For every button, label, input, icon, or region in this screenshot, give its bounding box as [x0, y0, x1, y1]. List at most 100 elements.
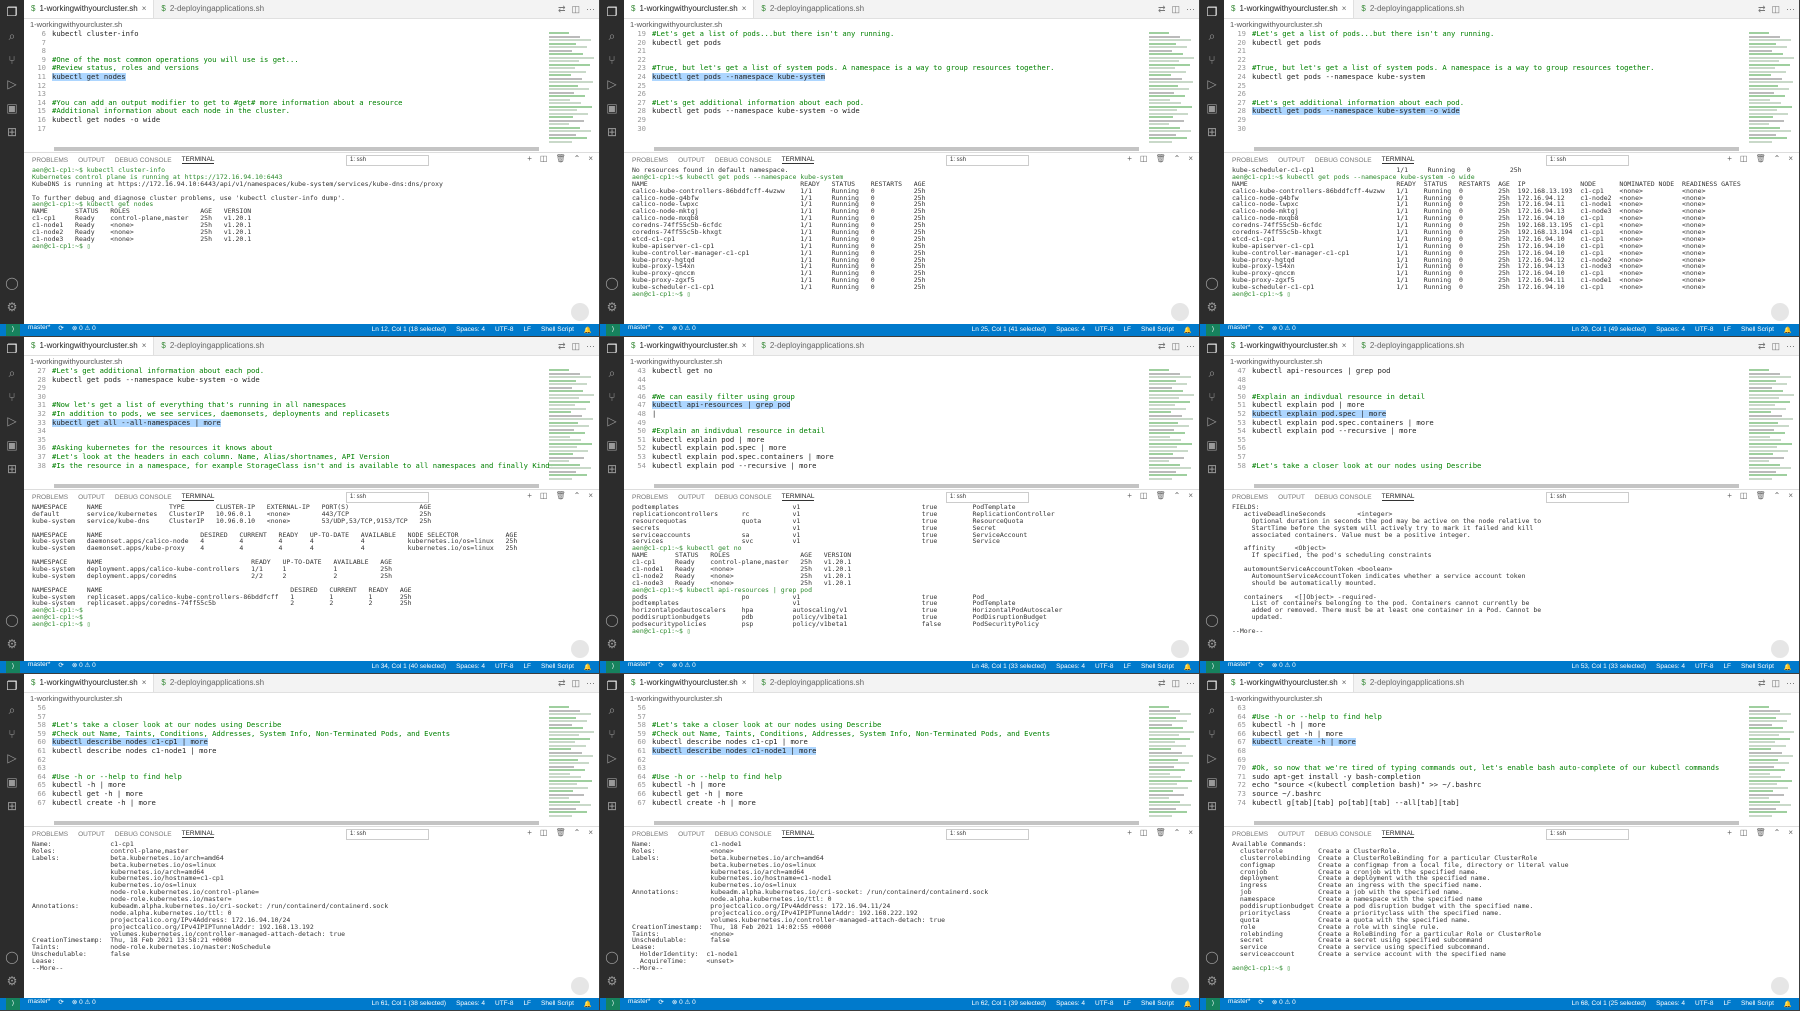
split-terminal-icon[interactable]: ◫ [540, 154, 548, 163]
remote-icon[interactable]: ⟩ [1206, 661, 1220, 673]
panel-tab-problems[interactable]: PROBLEMS [1232, 831, 1268, 838]
minimap[interactable] [1749, 32, 1795, 144]
breadcrumb[interactable]: 1-workingwithyourcluster.sh [1224, 693, 1799, 704]
kill-terminal-icon[interactable]: 🗑 [1155, 491, 1165, 500]
code-editor[interactable]: 19 #Let's get a list of pods...but there … [624, 30, 1199, 152]
breadcrumb[interactable]: 1-workingwithyourcluster.sh [24, 19, 599, 30]
breadcrumb[interactable]: 1-workingwithyourcluster.sh [624, 693, 1199, 704]
panel-tab-terminal[interactable]: TERMINAL [1381, 156, 1415, 164]
close-panel-icon[interactable]: × [1188, 154, 1193, 163]
split-editor-icon[interactable]: ◫ [1771, 678, 1780, 689]
code-editor[interactable]: 6 kubectl cluster-info 7 8 9 #One of the most… [24, 30, 599, 152]
extensions-icon[interactable]: ⊞ [600, 457, 624, 481]
notifications-icon[interactable]: 🔔 [584, 326, 592, 334]
close-panel-icon[interactable]: × [588, 154, 593, 163]
panel-tab-terminal[interactable]: TERMINAL [781, 156, 815, 164]
remote-icon[interactable]: ⟩ [1206, 998, 1220, 1010]
status-eol[interactable]: LF [1723, 663, 1731, 671]
source-control-icon[interactable]: ⑂ [600, 48, 624, 72]
kill-terminal-icon[interactable]: 🗑 [555, 828, 565, 837]
status-encoding[interactable]: UTF-8 [1695, 663, 1713, 671]
open-changes-icon[interactable]: ⇄ [1758, 678, 1766, 689]
horizontal-scrollbar[interactable] [1254, 821, 1739, 825]
cursor-position[interactable]: Ln 53, Col 1 (33 selected) [1572, 663, 1646, 671]
notifications-icon[interactable]: 🔔 [1784, 1000, 1792, 1008]
problems-indicator[interactable]: ⊗ 0 ⚠ 0 [672, 661, 696, 673]
manage-gear-icon[interactable]: ⚙ [0, 295, 24, 319]
status-encoding[interactable]: UTF-8 [495, 663, 513, 671]
split-terminal-icon[interactable]: ◫ [1740, 828, 1748, 837]
source-control-icon[interactable]: ⑂ [600, 385, 624, 409]
panel-tab-problems[interactable]: PROBLEMS [1232, 157, 1268, 164]
files-icon[interactable]: ❐ [0, 674, 24, 698]
problems-indicator[interactable]: ⊗ 0 ⚠ 0 [1272, 998, 1296, 1010]
maximize-panel-icon[interactable]: ⌃ [1774, 154, 1781, 163]
remote-explorer-icon[interactable]: ▣ [0, 96, 24, 120]
split-editor-icon[interactable]: ◫ [1171, 678, 1180, 689]
panel-tab-output[interactable]: OUTPUT [1278, 494, 1305, 501]
remote-explorer-icon[interactable]: ▣ [0, 770, 24, 794]
close-icon[interactable]: × [1342, 337, 1347, 355]
minimap[interactable] [1149, 32, 1195, 144]
panel-tab-output[interactable]: OUTPUT [1278, 157, 1305, 164]
remote-explorer-icon[interactable]: ▣ [0, 433, 24, 457]
close-icon[interactable]: × [742, 674, 747, 692]
remote-icon[interactable]: ⟩ [6, 998, 20, 1010]
close-icon[interactable]: × [742, 0, 747, 18]
branch-indicator[interactable]: master* [1228, 998, 1250, 1010]
horizontal-scrollbar[interactable] [54, 147, 539, 151]
files-icon[interactable]: ❐ [0, 337, 24, 361]
more-actions-icon[interactable]: ⋯ [586, 341, 595, 352]
kill-terminal-icon[interactable]: 🗑 [555, 154, 565, 163]
split-editor-icon[interactable]: ◫ [1171, 4, 1180, 15]
more-actions-icon[interactable]: ⋯ [1186, 341, 1195, 352]
split-editor-icon[interactable]: ◫ [571, 341, 580, 352]
close-icon[interactable]: × [1342, 674, 1347, 692]
status-language[interactable]: Shell Script [1741, 663, 1774, 671]
status-eol[interactable]: LF [523, 663, 531, 671]
terminal-output[interactable]: aen@c1-cp1:~$ kubectl cluster-info Kubern… [24, 167, 599, 325]
split-editor-icon[interactable]: ◫ [571, 4, 580, 15]
problems-indicator[interactable]: ⊗ 0 ⚠ 0 [72, 998, 96, 1010]
status-language[interactable]: Shell Script [1141, 663, 1174, 671]
feedback-icon[interactable] [571, 977, 589, 995]
panel-tab-terminal[interactable]: TERMINAL [781, 493, 815, 501]
cursor-position[interactable]: Ln 68, Col 1 (25 selected) [1572, 1000, 1646, 1008]
search-icon[interactable]: ⌕ [600, 361, 624, 385]
panel-tab-terminal[interactable]: TERMINAL [181, 156, 215, 164]
minimap[interactable] [549, 369, 595, 481]
status-eol[interactable]: LF [523, 326, 531, 334]
files-icon[interactable]: ❐ [600, 337, 624, 361]
problems-indicator[interactable]: ⊗ 0 ⚠ 0 [1272, 661, 1296, 673]
feedback-icon[interactable] [1771, 303, 1789, 321]
terminal-select[interactable]: 1: ssh [1546, 492, 1629, 503]
account-icon[interactable]: ◯ [600, 271, 624, 295]
status-eol[interactable]: LF [1123, 663, 1131, 671]
feedback-icon[interactable] [571, 640, 589, 658]
terminal-output[interactable]: kube-scheduler-c1-cp1 1/1 Running 0 25h a… [1224, 167, 1799, 325]
code-editor[interactable]: 63 64 #Use -h or --help to find help 65 kube… [1224, 704, 1799, 826]
terminal-select[interactable]: 1: ssh [1546, 155, 1629, 166]
horizontal-scrollbar[interactable] [1254, 147, 1739, 151]
panel-tab-problems[interactable]: PROBLEMS [632, 157, 668, 164]
remote-explorer-icon[interactable]: ▣ [1200, 770, 1224, 794]
minimap[interactable] [1749, 369, 1795, 481]
split-editor-icon[interactable]: ◫ [1771, 4, 1780, 15]
status-language[interactable]: Shell Script [1741, 326, 1774, 334]
status-encoding[interactable]: UTF-8 [495, 326, 513, 334]
terminal-select[interactable]: 1: ssh [1546, 829, 1629, 840]
status-encoding[interactable]: UTF-8 [1095, 1000, 1113, 1008]
cursor-position[interactable]: Ln 25, Col 1 (41 selected) [972, 326, 1046, 334]
tab-1-workingwithyourcluster[interactable]: $1-workingwithyourcluster.sh × [24, 674, 155, 692]
status-encoding[interactable]: UTF-8 [495, 1000, 513, 1008]
status-encoding[interactable]: UTF-8 [1695, 1000, 1713, 1008]
notifications-icon[interactable]: 🔔 [584, 663, 592, 671]
account-icon[interactable]: ◯ [1200, 271, 1224, 295]
tab-2-deployingapplications[interactable]: $2-deployingapplications.sh [1354, 0, 1471, 18]
search-icon[interactable]: ⌕ [0, 698, 24, 722]
run-debug-icon[interactable]: ▷ [600, 72, 624, 96]
remote-explorer-icon[interactable]: ▣ [1200, 96, 1224, 120]
new-terminal-icon[interactable]: + [1127, 828, 1132, 837]
minimap[interactable] [1749, 706, 1795, 818]
split-terminal-icon[interactable]: ◫ [540, 828, 548, 837]
